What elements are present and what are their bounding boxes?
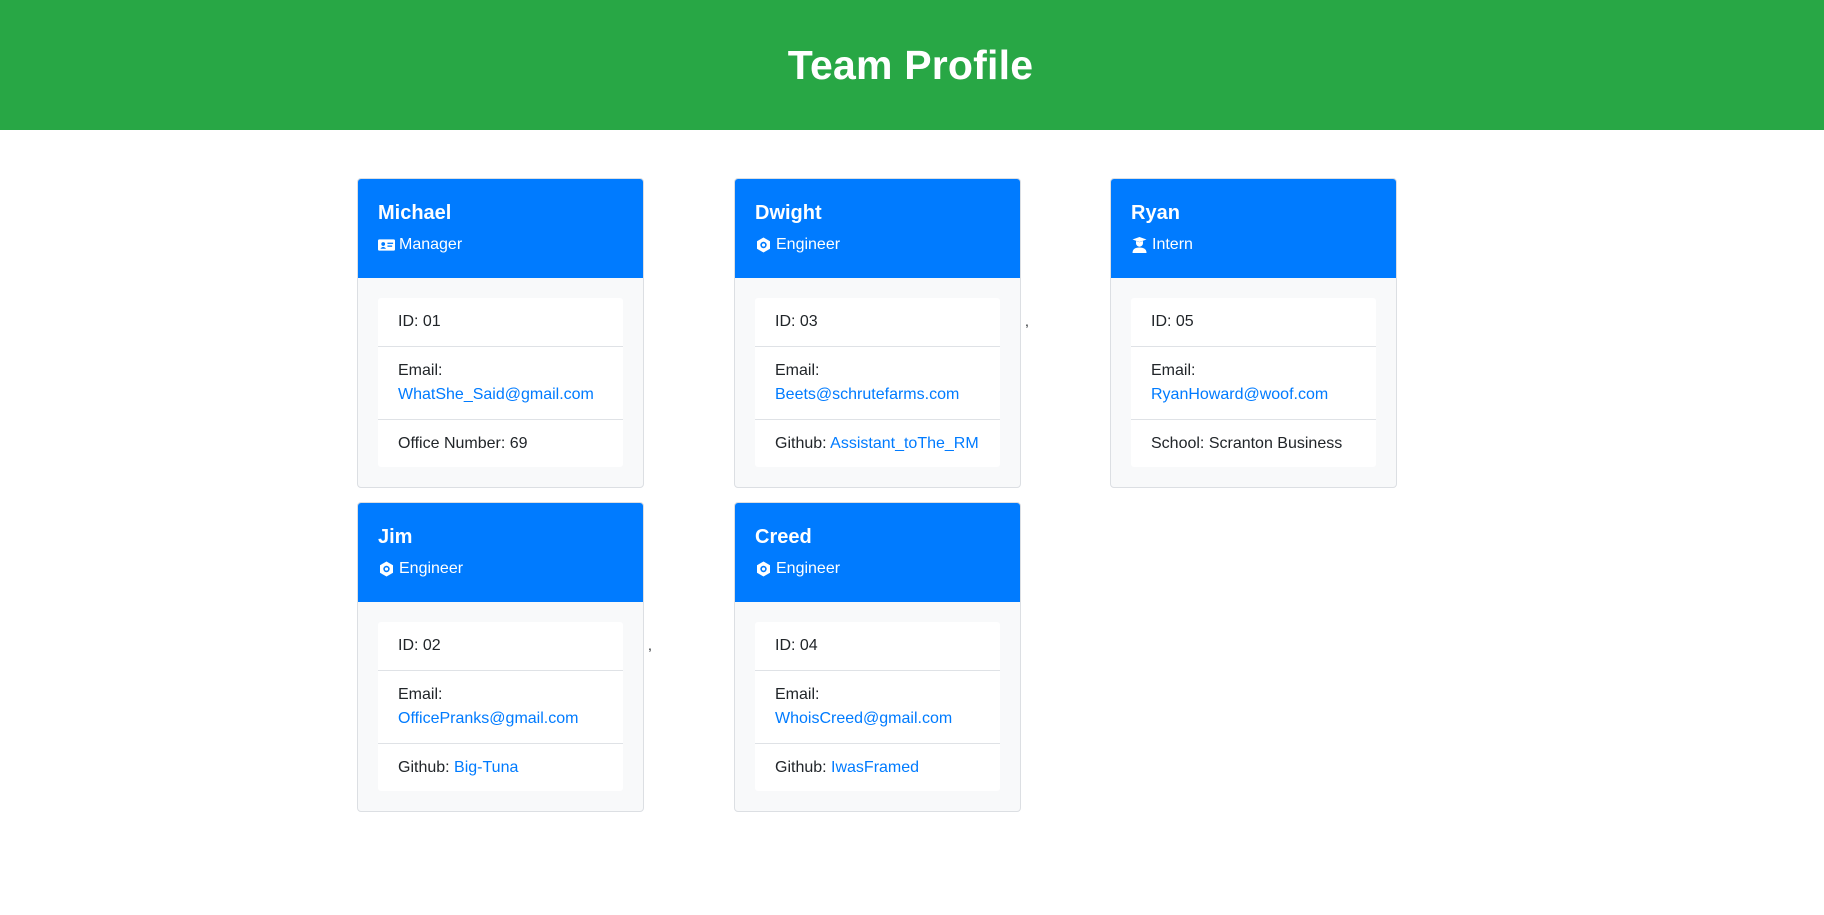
employee-card-jim: Jim Engineer ID: 02 Email: OfficePranks@… bbox=[357, 502, 644, 812]
employee-card-ryan: Ryan Intern ID: 05 Email: RyanHoward@woo… bbox=[1110, 178, 1397, 488]
list-item: Email: RyanHoward@woof.com bbox=[1131, 346, 1376, 419]
list-item: Email: Beets@schrutefarms.com bbox=[755, 346, 1000, 419]
user-graduate-icon bbox=[1132, 237, 1147, 253]
list-item: ID: 01 bbox=[378, 298, 623, 346]
github-label: Github: bbox=[775, 435, 831, 452]
employee-card-creed: Creed Engineer ID: 04 Email: WhoisCreed@… bbox=[734, 502, 1021, 812]
employee-role: Engineer bbox=[378, 559, 623, 579]
list-item: Email: OfficePranks@gmail.com bbox=[378, 670, 623, 743]
email-label: Email: bbox=[775, 362, 820, 379]
employee-name: Jim bbox=[378, 526, 413, 548]
email-label: Email: bbox=[775, 686, 820, 703]
list-item: Office Number: 69 bbox=[378, 419, 623, 467]
id-text: ID: 05 bbox=[1151, 313, 1194, 330]
page-header: Team Profile bbox=[0, 0, 1824, 130]
email-link[interactable]: Beets@schrutefarms.com bbox=[775, 383, 980, 407]
role-label: Engineer bbox=[776, 560, 841, 577]
page-title: Team Profile bbox=[787, 41, 1034, 88]
cog-icon bbox=[757, 237, 770, 253]
role-label: Engineer bbox=[776, 236, 841, 253]
cog-icon bbox=[380, 561, 393, 577]
github-link[interactable]: Assistant_toThe_RM bbox=[830, 435, 979, 452]
id-text: ID: 02 bbox=[398, 637, 441, 654]
list-item: Email: WhatShe_Said@gmail.com bbox=[378, 346, 623, 419]
employee-name: Michael bbox=[378, 202, 452, 224]
id-text: ID: 03 bbox=[775, 313, 818, 330]
list-item: Github: Big-Tuna bbox=[378, 743, 623, 791]
role-label: Intern bbox=[1152, 236, 1193, 253]
email-label: Email: bbox=[1151, 362, 1196, 379]
cog-icon bbox=[757, 561, 770, 577]
github-link[interactable]: Big-Tuna bbox=[454, 759, 518, 776]
card-header: Jim Engineer bbox=[358, 503, 643, 602]
email-label: Email: bbox=[398, 686, 443, 703]
card-header: Ryan Intern bbox=[1111, 179, 1396, 278]
list-item: ID: 04 bbox=[755, 622, 1000, 670]
role-label: Manager bbox=[399, 236, 463, 253]
stray-comma: , bbox=[1025, 313, 1029, 329]
employee-role: Engineer bbox=[755, 235, 1000, 255]
employee-name: Dwight bbox=[755, 202, 822, 224]
details-list: ID: 05 Email: RyanHoward@woof.com School… bbox=[1131, 298, 1376, 467]
id-text: ID: 04 bbox=[775, 637, 818, 654]
details-list: ID: 02 Email: OfficePranks@gmail.com Git… bbox=[378, 622, 623, 791]
email-link[interactable]: WhoisCreed@gmail.com bbox=[775, 707, 980, 731]
card-header: Creed Engineer bbox=[735, 503, 1020, 602]
employee-role: Engineer bbox=[755, 559, 1000, 579]
role-label: Engineer bbox=[399, 560, 464, 577]
email-link[interactable]: WhatShe_Said@gmail.com bbox=[398, 383, 603, 407]
github-label: Github: bbox=[398, 759, 455, 776]
list-item: Email: WhoisCreed@gmail.com bbox=[755, 670, 1000, 743]
github-link[interactable]: IwasFramed bbox=[831, 759, 919, 776]
list-item: Github: IwasFramed bbox=[755, 743, 1000, 791]
details-list: ID: 01 Email: WhatShe_Said@gmail.com Off… bbox=[378, 298, 623, 467]
list-item: ID: 03 bbox=[755, 298, 1000, 346]
card-header: Michael Manager bbox=[358, 179, 643, 278]
stray-comma: , bbox=[648, 637, 652, 653]
employee-role: Intern bbox=[1131, 235, 1376, 255]
github-label: Github: bbox=[775, 759, 832, 776]
list-item: Github: Assistant_toThe_RM bbox=[755, 419, 1000, 467]
employee-name: Ryan bbox=[1131, 202, 1180, 224]
email-label: Email: bbox=[398, 362, 443, 379]
card-header: Dwight Engineer bbox=[735, 179, 1020, 278]
id-text: ID: 01 bbox=[398, 313, 441, 330]
employee-card-dwight: Dwight Engineer ID: 03 Email: Beets@schr… bbox=[734, 178, 1021, 488]
employee-role: Manager bbox=[378, 235, 623, 255]
school-text: School: Scranton Business bbox=[1151, 434, 1343, 452]
email-link[interactable]: OfficePranks@gmail.com bbox=[398, 707, 603, 731]
list-item: School: Scranton Business bbox=[1131, 419, 1376, 467]
email-link[interactable]: RyanHoward@woof.com bbox=[1151, 383, 1356, 407]
employee-name: Creed bbox=[755, 526, 812, 548]
list-item: ID: 02 bbox=[378, 622, 623, 670]
office-number-text: Office Number: 69 bbox=[398, 434, 528, 452]
id-card-icon bbox=[378, 239, 395, 251]
employee-card-michael: Michael Manager ID: 01 Email: WhatShe_Sa… bbox=[357, 178, 644, 488]
details-list: ID: 04 Email: WhoisCreed@gmail.com Githu… bbox=[755, 622, 1000, 791]
list-item: ID: 05 bbox=[1131, 298, 1376, 346]
details-list: ID: 03 Email: Beets@schrutefarms.com Git… bbox=[755, 298, 1000, 467]
